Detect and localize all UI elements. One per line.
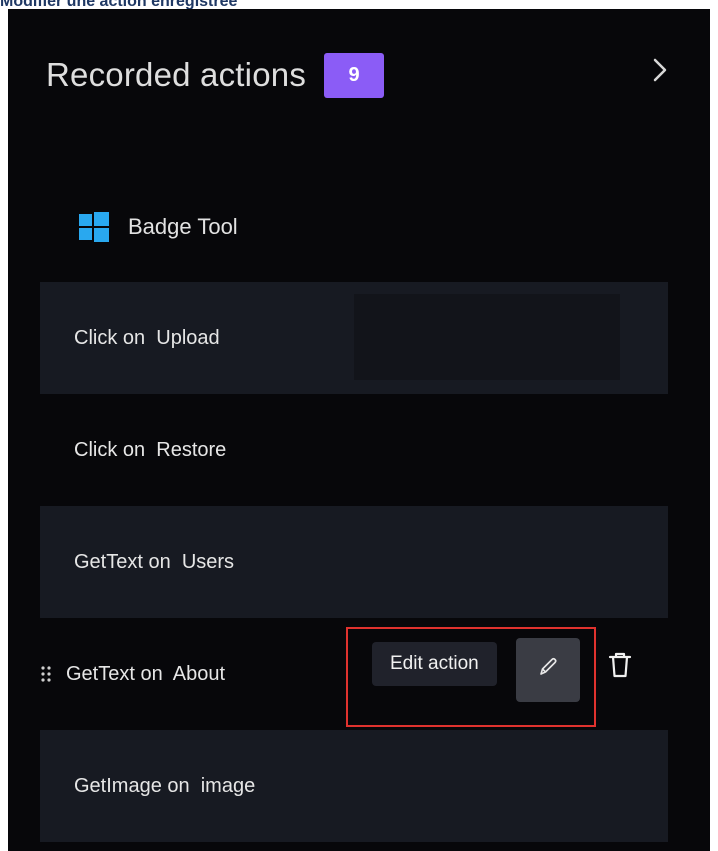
action-item[interactable]: GetImage on image <box>40 730 668 842</box>
delete-action-button[interactable] <box>602 648 638 688</box>
chevron-right-icon[interactable] <box>646 53 674 87</box>
action-label: Click on Upload <box>74 326 220 349</box>
app-group-header: Badge Tool <box>78 205 238 249</box>
action-label: GetImage on image <box>74 774 256 797</box>
edit-action-button[interactable] <box>516 638 580 702</box>
windows-logo-icon <box>78 211 110 243</box>
action-label: GetText on Users <box>74 550 235 573</box>
action-item[interactable]: Click on Upload <box>40 282 668 394</box>
pencil-icon <box>536 655 560 685</box>
panel-title: Recorded actions <box>46 56 307 93</box>
action-item[interactable]: Click on Restore <box>40 394 668 506</box>
action-label: Click on Restore <box>74 438 227 461</box>
action-count-badge: 9 <box>324 52 385 98</box>
edit-action-tooltip: Edit action <box>372 642 497 686</box>
trash-icon <box>607 651 633 685</box>
row-shade <box>354 294 620 380</box>
action-label: GetText on About <box>66 662 225 685</box>
panel-header: Recorded actions 9 <box>46 45 385 105</box>
action-list: Click on Upload Click on Restore GetText… <box>40 282 668 842</box>
recorded-actions-panel: Recorded actions 9 Badge Tool Click on U… <box>8 9 710 851</box>
action-item-hovered[interactable]: GetText on About Edit action <box>40 618 668 730</box>
page: Modifier une action enregistrée Recorded… <box>0 0 718 851</box>
app-name: Badge Tool <box>128 214 238 239</box>
drag-handle-icon[interactable] <box>40 664 52 684</box>
action-item[interactable]: GetText on Users <box>40 506 668 618</box>
